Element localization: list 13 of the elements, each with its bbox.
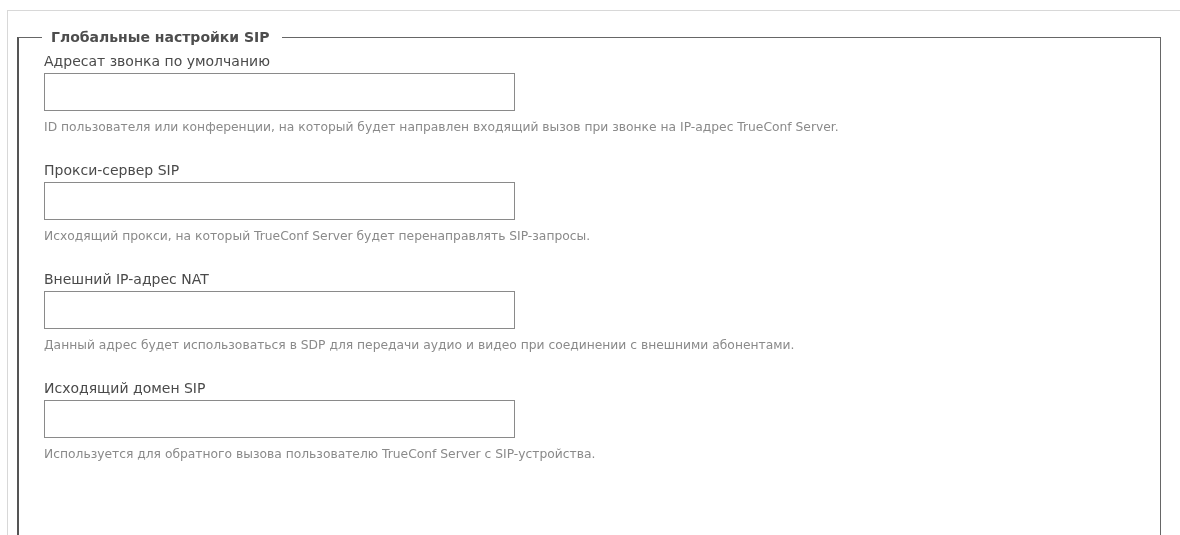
field-label: Адресат звонка по умолчанию <box>44 53 270 69</box>
field-hint: Используется для обратного вызова пользователю TrueConf Server с SIP-устройства. <box>44 447 596 461</box>
field-hint: Исходящий прокси, на который TrueConf Server будет перенаправлять SIP-запросы. <box>44 229 591 243</box>
input-field[interactable] <box>44 400 515 438</box>
field-hint: Данный адрес будет использоваться в SDP для передачи аудио и видео при соединении с внешними абонентами. <box>44 338 795 352</box>
input-field[interactable] <box>44 73 515 111</box>
field-hint: ID пользователя или конференции, на который будет направлен входящий вызов при звонке на IP-адрес TrueConf Server. <box>44 120 839 134</box>
section-title: Глобальные настройки SIP <box>50 29 271 45</box>
input-field[interactable] <box>44 182 515 220</box>
field-label: Внешний IP-адрес NAT <box>44 271 209 287</box>
field-label: Прокси-сервер SIP <box>44 162 180 178</box>
field-label: Исходящий домен SIP <box>44 380 206 396</box>
input-field[interactable] <box>44 291 515 329</box>
